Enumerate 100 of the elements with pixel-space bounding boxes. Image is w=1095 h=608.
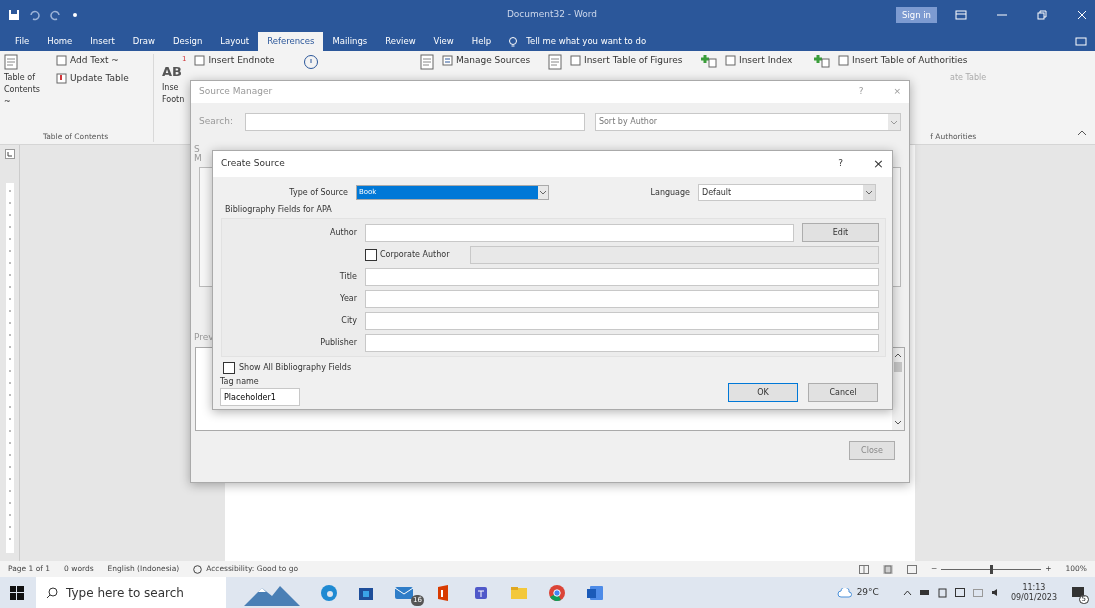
- field-label: Tag name: [220, 376, 260, 388]
- caption-icon[interactable]: [548, 54, 562, 70]
- checkbox-label[interactable]: Corporate Author: [380, 249, 470, 261]
- dialog-title: Source Manager: [199, 85, 274, 99]
- text-field[interactable]: [365, 312, 879, 330]
- ribbon-tab[interactable]: Review: [376, 32, 425, 51]
- ribbon-tab[interactable]: Home: [38, 32, 82, 51]
- close-button[interactable]: ×: [873, 154, 884, 174]
- authorities-icon[interactable]: [838, 55, 849, 67]
- comments-icon[interactable]: [1075, 37, 1087, 47]
- lightbulb-icon[interactable]: [508, 35, 519, 48]
- edit-button[interactable]: Edit: [802, 223, 879, 242]
- update-table-icon[interactable]: [56, 72, 67, 84]
- add-text-icon[interactable]: [56, 55, 67, 67]
- mark-citation-icon[interactable]: [814, 54, 830, 68]
- insert-endnote-button[interactable]: Insert Endnote: [208, 54, 275, 68]
- label-cut: S: [194, 145, 200, 154]
- help-button[interactable]: ?: [838, 157, 844, 171]
- checkbox[interactable]: [223, 362, 235, 374]
- checkbox[interactable]: [365, 249, 377, 261]
- accessibility-icon[interactable]: [193, 564, 203, 574]
- tell-me-search[interactable]: Tell me what you want to do: [526, 35, 647, 48]
- teams-icon[interactable]: [472, 584, 490, 601]
- label-cut: M: [194, 154, 202, 163]
- keyboard-icon[interactable]: [972, 588, 983, 597]
- ribbon-tab[interactable]: View: [424, 32, 463, 51]
- label-cut: Prev: [194, 333, 214, 342]
- citation-page-icon[interactable]: [420, 54, 434, 70]
- language-dropdown[interactable]: Default: [698, 184, 876, 201]
- web-layout-icon[interactable]: [906, 564, 917, 574]
- table-of-contents-button[interactable]: Table of Contents ~: [4, 70, 48, 110]
- section-heading: Bibliography Fields for APA: [224, 204, 333, 216]
- figures-icon[interactable]: [570, 55, 581, 67]
- ribbon-tab[interactable]: Layout: [211, 32, 259, 51]
- insert-footnote-button[interactable]: AB: [162, 62, 182, 82]
- clock-time[interactable]: 11:13: [1022, 582, 1046, 593]
- mark-entry-icon[interactable]: [701, 54, 717, 68]
- sort-dropdown[interactable]: Sort by Author: [594, 113, 901, 131]
- dialog-title: Create Source: [221, 157, 286, 171]
- insert-table-of-figures-button[interactable]: Insert Table of Figures: [584, 54, 683, 68]
- save-icon[interactable]: [8, 9, 20, 21]
- text-field[interactable]: [365, 223, 794, 242]
- clock-date[interactable]: 09/01/2023: [1010, 592, 1057, 603]
- collapse-ribbon-icon[interactable]: [1077, 130, 1087, 136]
- restore-icon[interactable]: [1037, 10, 1047, 20]
- manage-sources-button[interactable]: Manage Sources: [456, 54, 531, 68]
- field-label: Type of Source: [288, 186, 349, 199]
- ribbon-tab[interactable]: References: [258, 32, 324, 51]
- close-icon[interactable]: [1077, 10, 1087, 20]
- ribbon-tab[interactable]: Insert: [81, 32, 124, 51]
- search-label: Search:: [199, 115, 234, 129]
- search-field[interactable]: [245, 113, 585, 131]
- customize-icon[interactable]: [72, 12, 78, 18]
- redo-icon[interactable]: [50, 9, 62, 21]
- ribbon-tab[interactable]: Draw: [123, 32, 164, 51]
- checkbox-label[interactable]: Show All Bibliography Fields: [239, 362, 352, 374]
- update-table-button[interactable]: Update Table: [70, 71, 129, 85]
- field-label: Publisher: [319, 337, 358, 349]
- zoom-slider[interactable]: [941, 564, 1042, 574]
- add-text-button[interactable]: Add Text ~: [70, 54, 119, 68]
- word-icon[interactable]: [586, 584, 604, 601]
- browser-icon[interactable]: [320, 583, 338, 602]
- ribbon-tab[interactable]: Design: [163, 32, 212, 51]
- ribbon-display-icon[interactable]: [955, 10, 967, 20]
- ok-button[interactable]: OK: [728, 383, 798, 402]
- text-field[interactable]: [365, 334, 879, 352]
- index-icon[interactable]: [725, 55, 736, 67]
- ribbon-label-cut: Footn: [162, 93, 186, 106]
- insert-index-button[interactable]: Insert Index: [739, 54, 793, 68]
- window-title: Document32 - Word: [505, 8, 599, 22]
- caret-up-icon[interactable]: [902, 589, 912, 596]
- ribbon-tab[interactable]: File: [6, 32, 39, 51]
- tag-name-field[interactable]: Placeholder1: [220, 388, 300, 406]
- cancel-button[interactable]: Cancel: [808, 383, 878, 402]
- zoom-thumb[interactable]: [990, 564, 994, 574]
- chrome-icon[interactable]: [548, 583, 566, 602]
- field-label: Language: [649, 186, 691, 199]
- notification-icon[interactable]: [1071, 585, 1085, 600]
- list-icon[interactable]: [442, 55, 453, 67]
- read-mode-icon[interactable]: [858, 564, 869, 574]
- weather-temperature[interactable]: 29°C: [856, 585, 879, 600]
- ribbon-tab[interactable]: Mailings: [323, 32, 377, 51]
- field-label: Author: [329, 226, 358, 239]
- battery-icon[interactable]: [919, 589, 930, 596]
- tab-selector-icon[interactable]: [4, 149, 15, 159]
- undo-icon[interactable]: [28, 9, 40, 21]
- text-field[interactable]: [365, 268, 879, 286]
- ribbon-label-cut: Inse: [162, 81, 180, 94]
- print-layout-icon[interactable]: [882, 564, 893, 574]
- insert-table-of-authorities-button[interactable]: Insert Table of Authorities: [852, 54, 968, 68]
- cloud-icon[interactable]: [836, 587, 853, 598]
- display-icon[interactable]: [954, 587, 965, 598]
- network-icon[interactable]: [937, 587, 947, 598]
- endnote-icon[interactable]: [194, 55, 206, 67]
- citation-icon[interactable]: [302, 54, 319, 70]
- field-label: Year: [339, 293, 358, 305]
- document-icon[interactable]: [4, 54, 18, 70]
- ribbon-tab[interactable]: Help: [462, 32, 501, 51]
- windows-start-icon[interactable]: [10, 585, 24, 600]
- text-field[interactable]: [365, 290, 879, 308]
